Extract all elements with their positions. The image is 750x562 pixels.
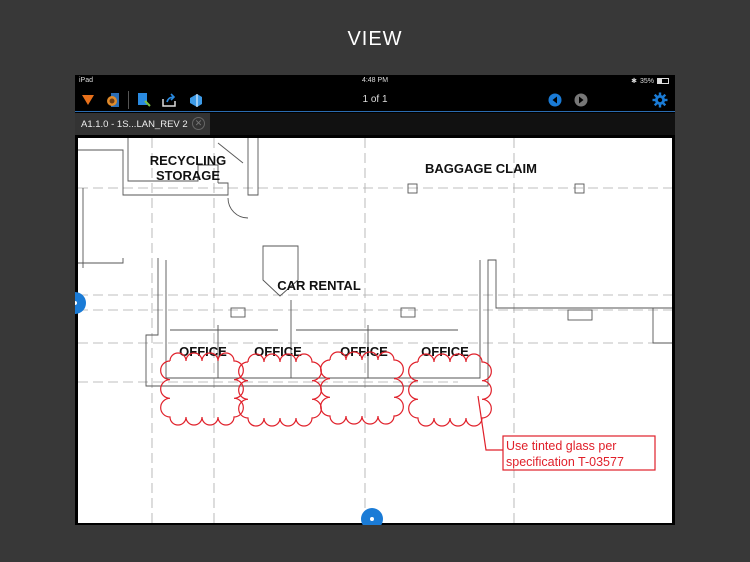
ipad-screen: iPad 4:48 PM ✱ 35% 1 of 1 A1.1.0 - 1S...L…: [75, 75, 675, 525]
3d-view-icon[interactable]: [188, 92, 204, 108]
bluetooth-icon: ✱: [631, 78, 637, 85]
tab-label: A1.1.0 - 1S...LAN_REV 2: [81, 118, 188, 130]
bottom-panel-handle[interactable]: [361, 508, 383, 525]
document-tab-bar: A1.1.0 - 1S...LAN_REV 2 ✕: [75, 113, 675, 135]
room-label-recycling: RECYCLING: [150, 153, 227, 168]
share-icon[interactable]: [161, 92, 177, 108]
room-label-office: OFFICE: [421, 344, 469, 359]
close-tab-icon[interactable]: ✕: [192, 117, 205, 130]
clock: 4:48 PM: [361, 77, 389, 84]
next-page-button[interactable]: [573, 92, 589, 108]
floor-plan-canvas[interactable]: RECYCLING STORAGE BAGGAGE CLAIM CAR RENT…: [75, 138, 672, 525]
room-label-storage: STORAGE: [156, 168, 220, 183]
screen-caption: VIEW: [347, 28, 403, 50]
revision-cloud-markup[interactable]: [320, 351, 404, 425]
revision-cloud-markup[interactable]: [238, 353, 322, 427]
room-label-baggage-claim: BAGGAGE CLAIM: [425, 161, 537, 176]
status-bar: iPad 4:48 PM ✱ 35%: [75, 75, 675, 87]
document-tab[interactable]: A1.1.0 - 1S...LAN_REV 2 ✕: [75, 113, 210, 135]
toolbar: 1 of 1: [75, 87, 675, 112]
room-label-car-rental: CAR RENTAL: [277, 278, 361, 293]
battery-percent: 35%: [639, 77, 654, 85]
battery-icon: [657, 78, 669, 84]
markup-note-line1: Use tinted glass per: [506, 439, 616, 453]
previous-page-button[interactable]: [547, 92, 563, 108]
revision-cloud-markup[interactable]: [160, 352, 244, 426]
menu-dropdown-icon[interactable]: [80, 92, 96, 108]
room-label-office: OFFICE: [340, 344, 388, 359]
save-document-icon[interactable]: [136, 92, 152, 108]
app-logo-icon[interactable]: [105, 92, 121, 108]
revision-cloud-markup[interactable]: [408, 353, 492, 427]
markup-note-line2: specification T-03577: [506, 455, 624, 469]
settings-gear-icon[interactable]: [652, 92, 668, 108]
